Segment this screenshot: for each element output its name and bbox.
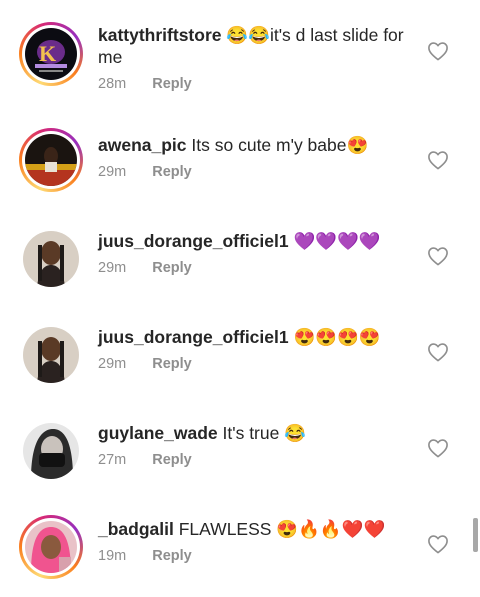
svg-text:K: K bbox=[39, 41, 56, 66]
comment-time: 27m bbox=[98, 452, 127, 468]
heart-outline-icon[interactable] bbox=[427, 246, 449, 266]
avatar-wrapper[interactable] bbox=[19, 419, 83, 483]
heart-outline-icon[interactable] bbox=[427, 150, 449, 170]
comment-meta: 27m Reply bbox=[98, 452, 192, 468]
heart-outline-icon[interactable] bbox=[427, 534, 449, 554]
comment-text: juus_dorange_officiel1 😍😍😍😍 bbox=[98, 326, 413, 348]
reply-button[interactable]: Reply bbox=[152, 356, 192, 372]
avatar bbox=[23, 423, 79, 479]
comment-text: juus_dorange_officiel1 💜💜💜💜 bbox=[98, 230, 413, 252]
comment-meta: 19m Reply bbox=[98, 548, 192, 564]
comment-time: 28m bbox=[98, 76, 127, 92]
comment-text: awena_pic Its so cute m'y babe😍 bbox=[98, 134, 413, 156]
reply-button[interactable]: Reply bbox=[152, 260, 192, 276]
comment-body: 😍😍😍😍 bbox=[293, 327, 381, 347]
comment-text: guylane_wade It's true 😂 bbox=[98, 422, 413, 444]
comment-meta: 29m Reply bbox=[98, 164, 192, 180]
comment-meta: 29m Reply bbox=[98, 260, 192, 276]
heart-outline-icon[interactable] bbox=[427, 438, 449, 458]
comment-time: 19m bbox=[98, 548, 127, 564]
reply-button[interactable]: Reply bbox=[152, 76, 192, 92]
heart-outline-icon[interactable] bbox=[427, 41, 449, 61]
comment-time: 29m bbox=[98, 356, 127, 372]
comment-username[interactable]: kattythriftstore bbox=[98, 25, 222, 45]
reply-button[interactable]: Reply bbox=[152, 452, 192, 468]
comment-body: Its so cute m'y babe😍 bbox=[191, 135, 369, 155]
reply-button[interactable]: Reply bbox=[152, 164, 192, 180]
comment-username[interactable]: guylane_wade bbox=[98, 423, 218, 443]
comment-meta: 28m Reply bbox=[98, 76, 192, 92]
comment-username[interactable]: juus_dorange_officiel1 bbox=[98, 327, 289, 347]
comment-username[interactable]: awena_pic bbox=[98, 135, 187, 155]
avatar-story-ring[interactable] bbox=[19, 515, 83, 579]
comment-username[interactable]: _badgalil bbox=[98, 519, 174, 539]
comment-body: 💜💜💜💜 bbox=[293, 231, 381, 251]
avatar-story-ring[interactable]: K bbox=[19, 22, 83, 86]
comment-body: FLAWLESS 😍🔥🔥❤️❤️ bbox=[178, 519, 386, 539]
comment-body: It's true 😂 bbox=[222, 423, 306, 443]
comment-text: kattythriftstore 😂😂it's d last slide for… bbox=[98, 24, 413, 68]
avatar: K bbox=[25, 28, 77, 80]
avatar bbox=[23, 231, 79, 287]
avatar bbox=[25, 134, 77, 186]
comment-time: 29m bbox=[98, 164, 127, 180]
reply-button[interactable]: Reply bbox=[152, 548, 192, 564]
scrollbar-thumb[interactable] bbox=[473, 518, 478, 552]
avatar-wrapper[interactable] bbox=[19, 227, 83, 291]
avatar bbox=[23, 327, 79, 383]
avatar-wrapper[interactable] bbox=[19, 323, 83, 387]
comment-username[interactable]: juus_dorange_officiel1 bbox=[98, 231, 289, 251]
comment-meta: 29m Reply bbox=[98, 356, 192, 372]
comment-time: 29m bbox=[98, 260, 127, 276]
heart-outline-icon[interactable] bbox=[427, 342, 449, 362]
comment-text: _badgalil FLAWLESS 😍🔥🔥❤️❤️ bbox=[98, 518, 413, 540]
avatar-story-ring[interactable] bbox=[19, 128, 83, 192]
avatar bbox=[25, 521, 77, 573]
